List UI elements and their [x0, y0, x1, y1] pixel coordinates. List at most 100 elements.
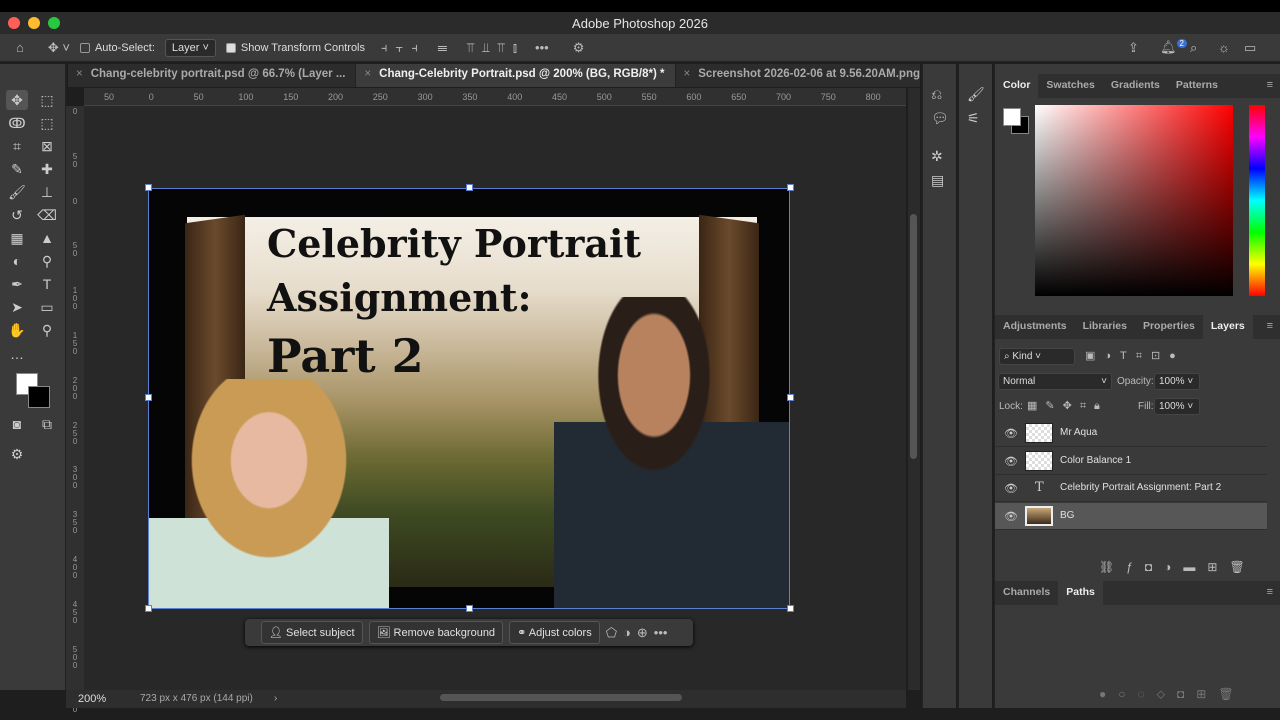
edit-toolbar-icon[interactable]: ⚙: [6, 444, 28, 464]
history-brush-icon[interactable]: ↺: [6, 205, 28, 225]
move-tool-icon[interactable]: ✥ ˅: [48, 40, 70, 56]
stamp-tool-icon[interactable]: ⊥: [36, 182, 58, 202]
quick-mask-icon[interactable]: ◙: [6, 414, 28, 434]
transform-handle[interactable]: [466, 184, 473, 191]
fill-field[interactable]: 100% ˅: [1154, 398, 1200, 415]
workspace-icon[interactable]: ▭: [1244, 40, 1256, 56]
more-options-button[interactable]: •••: [535, 40, 549, 55]
blend-mode-dropdown[interactable]: Normal ˅: [998, 373, 1112, 390]
gradient-tool-icon[interactable]: ▦: [6, 228, 28, 248]
pen-tool-icon[interactable]: ✒: [6, 274, 28, 294]
dodge-tool-icon[interactable]: ◐: [6, 251, 28, 271]
close-tab-icon[interactable]: ×: [684, 68, 691, 80]
horizontal-scrollbar[interactable]: [440, 694, 682, 701]
layer-row[interactable]: 👁︎ T Celebrity Portrait Assignment: Part 2: [995, 475, 1267, 502]
select-subject-button[interactable]: 👤︎ Select subject: [261, 621, 363, 644]
comments-icon[interactable]: 💬︎: [931, 110, 949, 127]
show-transform-controls-checkbox[interactable]: Show Transform Controls: [225, 42, 365, 54]
history-icon[interactable]: ⎌: [931, 86, 942, 103]
share-icon[interactable]: ⇪: [1128, 40, 1139, 56]
close-tab-icon[interactable]: ×: [76, 68, 83, 80]
remove-background-button[interactable]: 🖼︎ Remove background: [368, 621, 504, 644]
scroll-thumb[interactable]: [910, 214, 917, 459]
layer-row[interactable]: 👁︎ Color Balance 1: [995, 448, 1267, 475]
panel-tab-layers[interactable]: Layers: [1202, 315, 1253, 339]
healing-brush-icon[interactable]: ✚: [36, 159, 58, 179]
brush-settings-icon[interactable]: 🖌︎: [967, 86, 985, 103]
zoom-search-icon[interactable]: ⚲: [36, 251, 58, 271]
panel-menu-icon[interactable]: ≡: [1267, 79, 1273, 91]
mask-icon[interactable]: ⊕: [637, 625, 648, 641]
document-tab[interactable]: × Chang-celebrity portrait.psd @ 66.7% (L…: [68, 64, 357, 87]
align-icons[interactable]: ⫞⫟⫞ ☰ ⫪⫫⫪⫾: [381, 40, 525, 56]
panel-tab-channels[interactable]: Channels: [995, 581, 1058, 605]
lasso-tool-icon[interactable]: ↂ: [6, 113, 28, 133]
panel-menu-icon[interactable]: ≡: [1267, 320, 1273, 332]
layer-filter-icons[interactable]: ▣◑T⌗⊡●: [1085, 349, 1185, 363]
transform-handle[interactable]: [145, 605, 152, 612]
auto-select-checkbox[interactable]: Auto-Select:: [79, 42, 155, 54]
marquee-tool-icon[interactable]: ⬚: [36, 90, 58, 110]
color-picker-field[interactable]: [1035, 105, 1233, 296]
more-tools-icon[interactable]: …: [6, 344, 28, 364]
more-button[interactable]: •••: [654, 625, 668, 640]
blur-tool-icon[interactable]: ▲: [36, 228, 58, 248]
visibility-eye-icon[interactable]: 👁︎: [1004, 510, 1018, 523]
eraser-tool-icon[interactable]: ⌫: [36, 205, 58, 225]
layer-row[interactable]: 👁︎ BG: [995, 502, 1267, 530]
vertical-scrollbar[interactable]: [908, 88, 920, 690]
zoom-tool-icon[interactable]: ⚲: [36, 320, 58, 340]
status-menu-arrow[interactable]: ›: [274, 693, 277, 704]
brush-tool-icon[interactable]: 🖌︎: [6, 182, 28, 202]
document-image[interactable]: Celebrity Portrait Assignment: Part 2: [148, 188, 790, 609]
gear-icon[interactable]: ⚙: [573, 40, 585, 56]
panel-menu-icon[interactable]: ≡: [1267, 586, 1273, 598]
layer-row[interactable]: 👁︎ Mr Aqua: [995, 420, 1267, 447]
close-tab-icon[interactable]: ×: [364, 68, 371, 80]
crop-tool-icon[interactable]: ⌗: [6, 136, 28, 156]
move-tool-icon[interactable]: ✥: [6, 90, 28, 110]
rectangle-tool-icon[interactable]: ▭: [36, 297, 58, 317]
type-tool-icon[interactable]: T: [36, 274, 58, 294]
screen-mode-icon[interactable]: ⧉: [36, 414, 58, 434]
panel-tab-swatches[interactable]: Swatches: [1038, 74, 1102, 98]
panel-tab-color[interactable]: Color: [995, 74, 1039, 98]
path-actions-icons[interactable]: ●○◌⬦◘⊞🗑︎: [1099, 687, 1246, 702]
document-tab[interactable]: × Screenshot 2026-02-06 at 9.56.20AM.png …: [676, 64, 956, 87]
transform-handle[interactable]: [145, 394, 152, 401]
auto-select-target-dropdown[interactable]: Layer ˅: [164, 38, 216, 57]
lock-icons[interactable]: ▦✎✥⌗🔒︎: [1027, 399, 1108, 413]
panel-tab-patterns[interactable]: Patterns: [1168, 74, 1226, 98]
transform-icon[interactable]: ⬠: [606, 625, 617, 641]
panel-tab-paths[interactable]: Paths: [1058, 581, 1103, 605]
frame-tool-icon[interactable]: ⊠: [36, 136, 58, 156]
bell-icon[interactable]: 🔔︎ 2: [1160, 39, 1187, 55]
home-icon[interactable]: ⌂: [16, 40, 24, 55]
panel-tab-gradients[interactable]: Gradients: [1103, 74, 1168, 98]
measurement-icon[interactable]: ▤: [931, 172, 944, 189]
layer-filter-dropdown[interactable]: ⌕ Kind ˅: [999, 348, 1075, 365]
background-color-swatch[interactable]: [28, 386, 50, 408]
visibility-eye-icon[interactable]: 👁︎: [1004, 455, 1018, 468]
path-selection-icon[interactable]: ➤: [6, 297, 28, 317]
layer-actions-icons[interactable]: ⛓ƒ◘◑▬⊞🗑︎: [1099, 560, 1257, 574]
visibility-eye-icon[interactable]: 👁︎: [1004, 482, 1018, 495]
opacity-field[interactable]: 100% ˅: [1154, 373, 1200, 390]
zoom-level[interactable]: 200%: [78, 693, 106, 705]
visibility-eye-icon[interactable]: 👁︎: [1004, 427, 1018, 440]
object-selection-tool-icon[interactable]: ⬚: [36, 113, 58, 133]
search-icon[interactable]: ⌕: [1190, 40, 1197, 56]
transform-handle[interactable]: [787, 605, 794, 612]
hue-slider[interactable]: [1249, 105, 1265, 296]
transform-handle[interactable]: [787, 184, 794, 191]
foreground-color-swatch[interactable]: [1003, 108, 1021, 126]
plugins-icon[interactable]: ✲: [931, 148, 943, 165]
eyedropper-tool-icon[interactable]: ✎: [6, 159, 28, 179]
panel-tab-libraries[interactable]: Libraries: [1075, 315, 1135, 339]
transform-handle[interactable]: [787, 394, 794, 401]
discover-icon[interactable]: ☼: [1218, 40, 1230, 55]
panel-tab-properties[interactable]: Properties: [1135, 315, 1203, 339]
hand-tool-icon[interactable]: ✋: [6, 320, 28, 340]
panel-tab-adjustments[interactable]: Adjustments: [995, 315, 1075, 339]
adjustment-icon[interactable]: ◑: [623, 625, 631, 640]
